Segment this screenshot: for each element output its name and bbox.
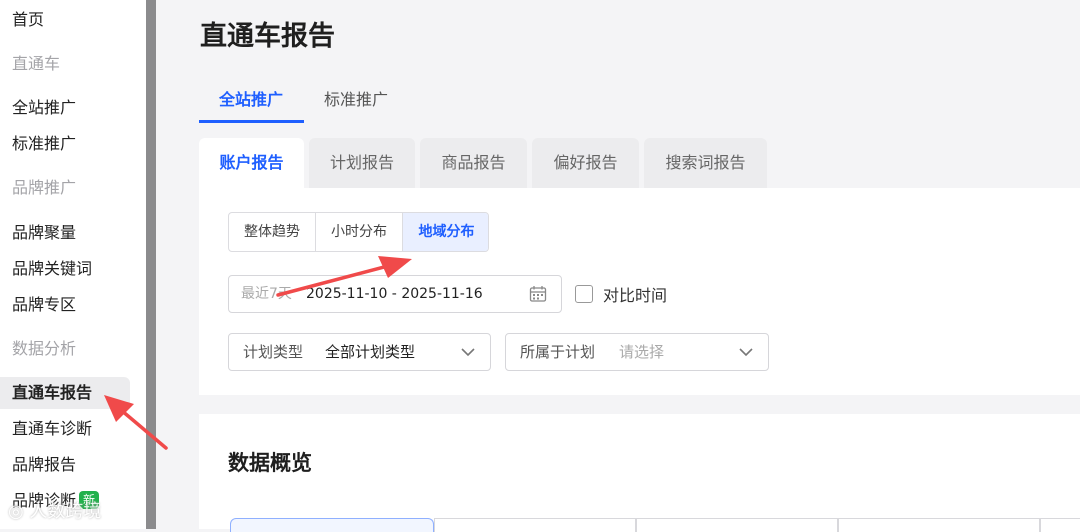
sidebar-item-brand-juliang[interactable]: 品牌聚量 (0, 217, 130, 249)
date-range-prefix: 最近7天 (241, 286, 292, 302)
sidebar-item-label: 品牌关键词 (12, 259, 93, 278)
sidebar-item-label: 直通车报告 (12, 383, 93, 402)
tab-plan-report[interactable]: 计划报告 (309, 138, 415, 188)
select-label: 计划类型 (243, 343, 304, 361)
sidebar-group-brand: 品牌推广 (0, 172, 130, 204)
select-label: 所属于计划 (520, 343, 596, 361)
main-content: 直通车报告 全站推广 标准推广 账户报告 计划报告 商品报告 偏好报告 搜索词报… (156, 0, 1080, 532)
page-title: 直通车报告 (200, 21, 335, 52)
compare-label: 对比时间 (603, 286, 668, 305)
select-placeholder: 请选择 (619, 343, 665, 361)
calendar-icon (529, 286, 547, 302)
select-value: 全部计划类型 (325, 343, 416, 361)
toggle-label: 整体趋势 (244, 224, 300, 240)
tab-label: 搜索词报告 (665, 153, 746, 172)
toggle-overall-trend[interactable]: 整体趋势 (229, 213, 316, 251)
tab-search-term-report[interactable]: 搜索词报告 (644, 138, 767, 188)
sidebar-item-quanzhan[interactable]: 全站推广 (0, 92, 130, 124)
sidebar-divider (146, 0, 156, 529)
view-toggle: 整体趋势 小时分布 地域分布 (228, 212, 489, 252)
tab-label: 商品报告 (441, 153, 506, 172)
chevron-down-icon (739, 348, 753, 357)
metric-card[interactable] (434, 518, 636, 532)
sidebar-group-ztc: 直通车 (0, 48, 130, 80)
sidebar-item-label: 全站推广 (12, 98, 77, 117)
toggle-region[interactable]: 地域分布 (403, 213, 488, 251)
tab-biaozhun[interactable]: 标准推广 (304, 83, 414, 123)
plan-type-select[interactable]: 计划类型 全部计划类型 (228, 333, 491, 371)
sidebar: 首页 直通车 全站推广 标准推广 品牌推广 品牌聚量 品牌关键词 品牌专区 数据… (0, 0, 146, 529)
tab-label: 计划报告 (329, 153, 394, 172)
toggle-label: 地域分布 (418, 224, 475, 240)
sidebar-item-label: 直通车诊断 (12, 419, 93, 438)
overview-panel: 数据概览 (199, 414, 1080, 532)
toggle-label: 小时分布 (331, 224, 387, 240)
tab-preference-report[interactable]: 偏好报告 (532, 138, 639, 188)
date-range-picker[interactable]: 最近7天 2025-11-10 - 2025-11-16 (228, 275, 562, 313)
sidebar-item-brand-report[interactable]: 品牌报告 (0, 449, 130, 481)
compare-checkbox[interactable] (575, 285, 593, 303)
metric-card[interactable] (1040, 518, 1080, 532)
plan-select[interactable]: 所属于计划 请选择 (505, 333, 769, 371)
tab-quanzhan[interactable]: 全站推广 (199, 83, 304, 123)
tab-product-report[interactable]: 商品报告 (420, 138, 527, 188)
sidebar-item-ztc-report[interactable]: 直通车报告 (0, 377, 130, 409)
sidebar-item-home[interactable]: 首页 (0, 4, 130, 36)
sidebar-group-label: 品牌推广 (12, 178, 77, 197)
sidebar-item-label: 首页 (12, 10, 45, 29)
chevron-down-icon (461, 348, 475, 357)
metric-card[interactable] (636, 518, 838, 532)
sidebar-group-analytics: 数据分析 (0, 333, 130, 365)
metric-card[interactable] (230, 518, 434, 532)
sidebar-item-brand-keyword[interactable]: 品牌关键词 (0, 253, 130, 285)
sidebar-item-biaozhun[interactable]: 标准推广 (0, 128, 130, 160)
sidebar-item-ztc-diagnosis[interactable]: 直通车诊断 (0, 413, 130, 445)
watermark: ◎ 人数跨境 (8, 501, 102, 522)
overview-title: 数据概览 (228, 451, 312, 475)
sidebar-item-label: 标准推广 (12, 134, 77, 153)
filter-panel: 整体趋势 小时分布 地域分布 最近7天 2025-11-10 - 2025-11… (199, 188, 1080, 395)
date-range-value: 2025-11-10 - 2025-11-16 (306, 286, 483, 302)
toggle-hourly[interactable]: 小时分布 (316, 213, 403, 251)
sidebar-group-label: 直通车 (12, 54, 61, 73)
tab-label: 偏好报告 (553, 153, 618, 172)
tab-label: 账户报告 (219, 153, 284, 172)
tab-account-report[interactable]: 账户报告 (199, 138, 304, 188)
sidebar-group-label: 数据分析 (12, 339, 77, 358)
tab-label: 标准推广 (324, 90, 389, 109)
metric-card[interactable] (838, 518, 1040, 532)
sidebar-item-brand-zone[interactable]: 品牌专区 (0, 289, 130, 321)
sidebar-item-label: 品牌报告 (12, 455, 77, 474)
sidebar-item-label: 品牌聚量 (12, 223, 77, 242)
tab-label: 全站推广 (219, 90, 284, 109)
sidebar-item-label: 品牌专区 (12, 295, 77, 314)
